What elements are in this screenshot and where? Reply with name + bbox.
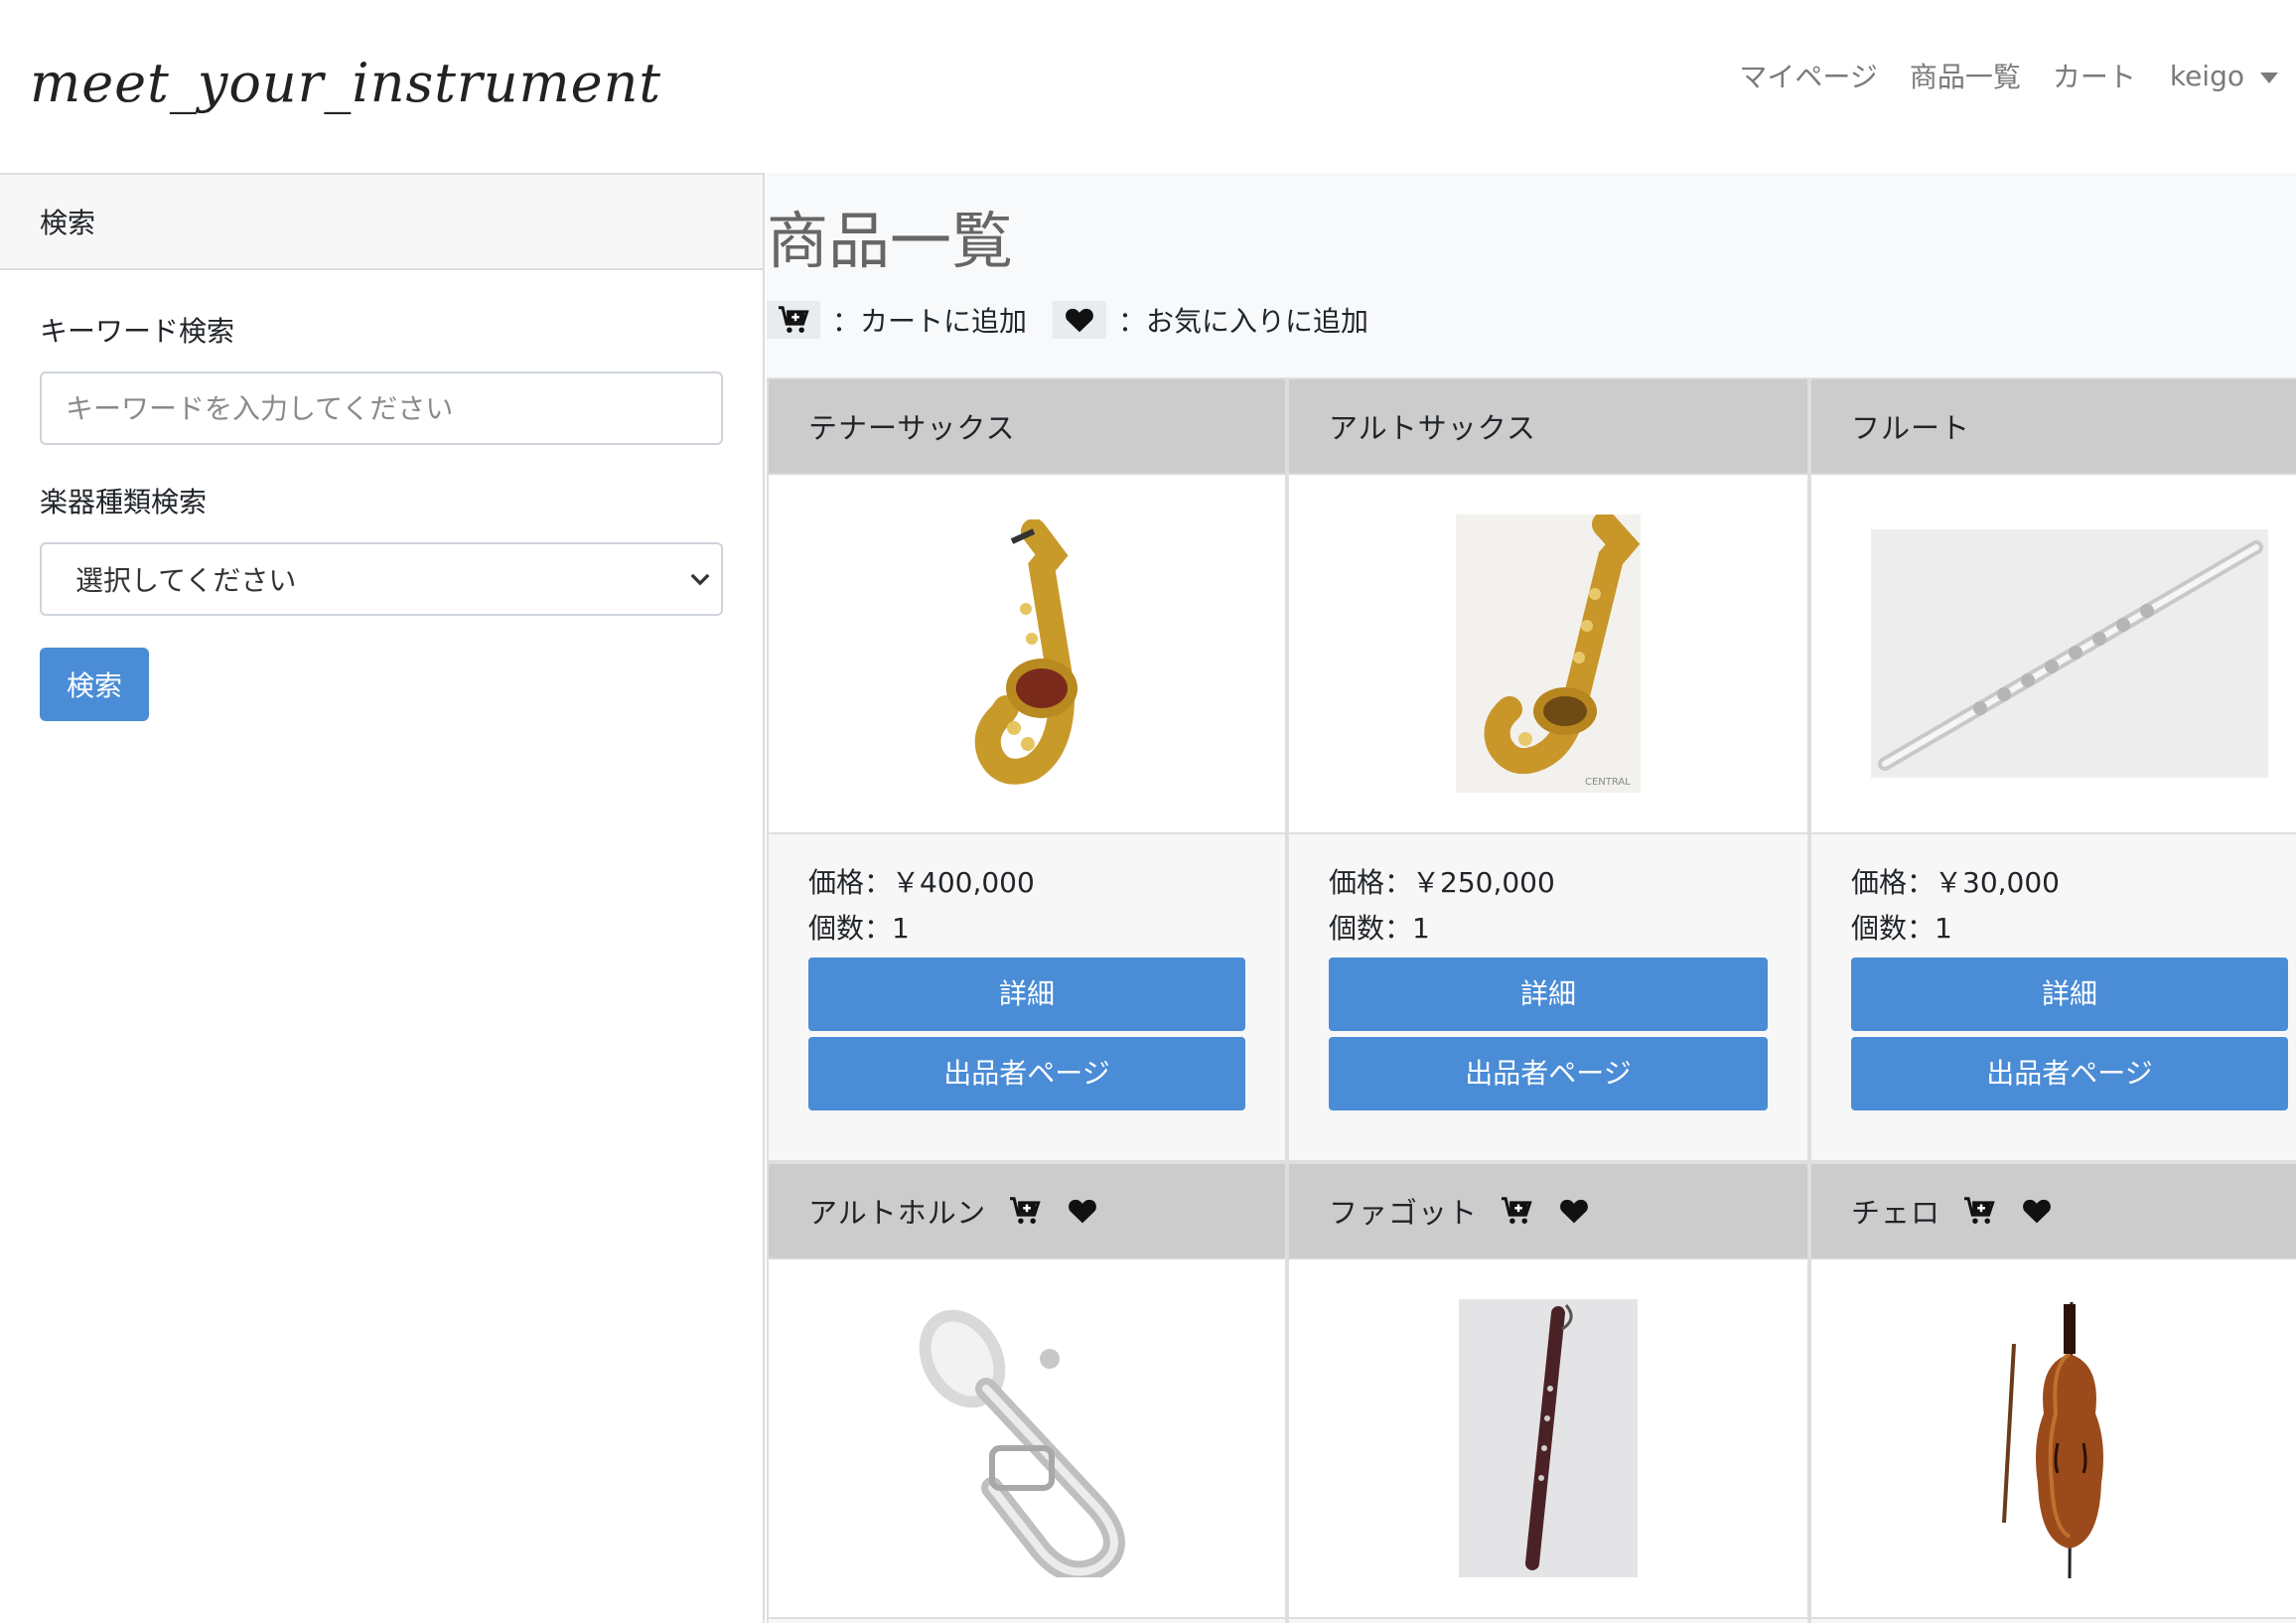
card-header: チェロ [1811,1164,2296,1259]
product-price: 価格：￥30,000 [1851,866,2060,899]
card-body: 価格：￥250,000 個数：1 詳細 出品者ページ [1289,834,1807,1110]
select-value: 選択してください [75,564,297,597]
caret-down-icon [2260,72,2278,83]
product-image[interactable] [769,475,1285,834]
legend-cart-text: ：カートに追加 [832,305,1028,338]
page-title: 商品一覧 [767,205,1014,277]
brand-logo[interactable]: meet_your_instrument [30,52,661,114]
nav-link-cart[interactable]: カート [2053,56,2136,95]
product-image[interactable] [1811,475,2296,834]
card-header: フルート [1811,379,2296,475]
product-name: テナーサックス [808,411,1016,445]
product-card: ファゴット [1287,1162,1809,1623]
nav-link-mypage[interactable]: マイページ [1739,56,1877,95]
product-price: 価格：￥250,000 [1329,866,1555,899]
add-to-cart-icon[interactable] [1962,1196,1996,1226]
keyword-input[interactable] [40,371,723,445]
chevron-down-icon [690,573,710,586]
product-name: ファゴット [1329,1196,1479,1230]
flute-image [1871,529,2268,778]
card-body: 価格：￥30,000 個数：1 詳細 出品者ページ [1811,834,2296,1110]
product-list-main: 商品一覧 ：カートに追加 ：お気に入りに追加 テナーサックス 価格：￥400,0… [767,173,2296,1623]
product-quantity: 個数：1 [1329,912,1430,945]
card-body: 価格：￥400,000 個数：1 詳細 出品者ページ [769,834,1285,1110]
user-dropdown[interactable]: keigo [2170,60,2278,92]
bassoon-image [1459,1299,1638,1577]
product-image[interactable] [1811,1259,2296,1619]
card-header: ファゴット [1289,1164,1807,1259]
nav-link-products[interactable]: 商品一覧 [1910,56,2021,95]
card-header: アルトホルン [769,1164,1285,1259]
product-name: アルトサックス [1329,411,1536,445]
search-button[interactable]: 検索 [40,648,149,721]
product-name: アルトホルン [808,1196,987,1230]
alto-sax-image: CENTRAL [1456,515,1641,793]
detail-button[interactable]: 詳細 [1851,958,2288,1031]
navbar: meet_your_instrument マイページ 商品一覧 カート keig… [0,0,2296,173]
product-quantity: 個数：1 [1851,912,1952,945]
detail-button[interactable]: 詳細 [1329,958,1768,1031]
cello-image [2002,1301,2103,1579]
detail-button[interactable]: 詳細 [808,958,1245,1031]
product-price: 価格：￥400,000 [808,866,1035,899]
product-card: フルート 価格：￥30,000 個数：1 詳細 出品者ページ [1809,377,2296,1162]
alto-horn-image [919,1309,1125,1577]
tenor-sax-image [974,519,1077,785]
heart-icon [1053,301,1107,339]
seller-page-button[interactable]: 出品者ページ [808,1037,1245,1110]
search-form: キーワード検索 楽器種類検索 選択してください 検索 [0,270,763,761]
sidebar-header: 検索 [0,173,763,270]
instrument-type-select[interactable]: 選択してください [40,542,723,616]
product-image[interactable] [769,1259,1285,1619]
add-to-cart-icon[interactable] [1500,1196,1533,1226]
svg-text:CENTRAL: CENTRAL [1585,777,1631,788]
product-card: チェロ [1809,1162,2296,1623]
product-card: アルトホルン [767,1162,1287,1623]
user-name: keigo [2169,59,2244,92]
product-card: アルトサックス CENTRAL 価格：￥250,000 個数：1 詳細 出品者ペ… [1287,377,1809,1162]
product-name: チェロ [1851,1196,1941,1230]
product-card: テナーサックス 価格：￥400,000 個数：1 詳細 出品者ページ [767,377,1287,1162]
product-quantity: 個数：1 [808,912,910,945]
seller-page-button[interactable]: 出品者ページ [1329,1037,1768,1110]
favorite-heart-icon[interactable] [2022,1198,2052,1224]
legend-fav-text: ：お気に入りに追加 [1118,305,1369,338]
card-header: アルトサックス [1289,379,1807,475]
type-label: 楽器種類検索 [40,486,208,518]
favorite-heart-icon[interactable] [1559,1198,1589,1224]
card-header: テナーサックス [769,379,1285,475]
nav-links: マイページ 商品一覧 カート keigo [1707,56,2278,95]
product-name: フルート [1851,411,1971,445]
product-image[interactable] [1289,1259,1807,1619]
seller-page-button[interactable]: 出品者ページ [1851,1037,2288,1110]
cart-plus-icon [767,301,820,339]
favorite-heart-icon[interactable] [1068,1198,1097,1224]
search-sidebar: 検索 キーワード検索 楽器種類検索 選択してください 検索 [0,173,765,1623]
add-to-cart-icon[interactable] [1008,1196,1042,1226]
icon-legend: ：カートに追加 ：お気に入りに追加 [767,300,1394,340]
product-image[interactable]: CENTRAL [1289,475,1807,834]
keyword-label: キーワード検索 [40,315,235,348]
